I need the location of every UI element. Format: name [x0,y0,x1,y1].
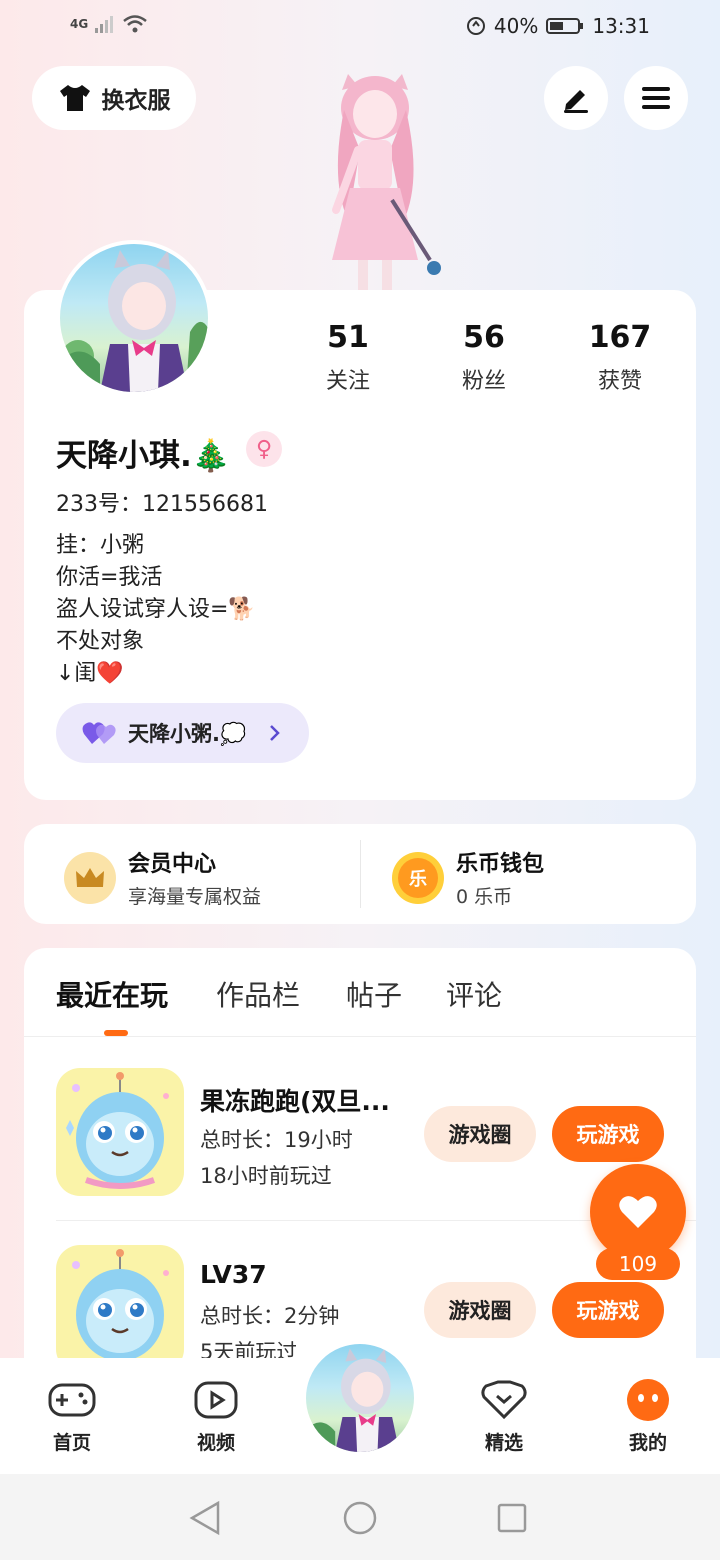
status-right: 40% 13:31 [466,14,650,38]
game-last-played: 18小时前玩过 [200,1164,332,1188]
cp-name: 天降小粥.💭 [128,722,247,746]
coin-balance: 0 乐币 [456,886,513,908]
game-duration: 总时长：2分钟 [200,1304,340,1328]
avatar-image [60,250,208,392]
edit-profile-button[interactable] [544,66,608,130]
avatar-image [306,1348,400,1452]
featured-heart-icon [454,1378,554,1422]
game-title[interactable]: 果冻跑跑(双旦... [200,1082,390,1118]
heart-icon [619,1196,657,1228]
coin-wallet-button[interactable]: 乐 乐币钱包 0 乐币 [392,846,544,909]
nav-avatar-center[interactable] [302,1340,418,1456]
game-title[interactable]: LV37 [200,1260,267,1289]
wifi-icon [123,15,147,33]
data-saver-icon [466,17,485,35]
change-outfit-button[interactable]: 换衣服 [32,66,196,130]
coin-icon-text: 乐 [398,857,438,898]
following-label: 关注 [325,369,370,394]
cp-relationship-button[interactable]: 天降小粥.💭 [56,703,309,763]
followers-count: 56 [463,320,505,355]
status-bar: 4G 40% 13:31 [0,0,720,56]
jelly-game-icon [66,1072,169,1189]
system-nav-bar [0,1474,720,1560]
gamepad-icon [22,1378,122,1422]
pencil-icon [564,90,588,113]
nav-home-label: 首页 [52,1432,91,1454]
jelly-game-icon [72,1249,169,1361]
avatar-character-figure[interactable] [300,70,450,295]
network-label: 4G [70,17,89,31]
coin-wallet-title: 乐币钱包 [456,852,545,877]
followers-label: 粉丝 [461,369,506,394]
bio-line: ↓闺❤️ [56,661,124,686]
bio-line: 你活=我活 [56,565,163,590]
coin-icon: 乐 [392,851,444,904]
female-gender-icon: ♀ [246,431,282,467]
nav-featured[interactable]: 精选 [454,1378,554,1455]
bio-line: 不处对象 [56,629,145,654]
stat-likes[interactable]: 167 获赞 [560,320,680,395]
play-game-button[interactable]: 玩游戏 [552,1282,664,1338]
like-button[interactable] [590,1164,686,1260]
vip-center-subtitle: 享海量专属权益 [128,886,262,908]
back-icon[interactable] [188,1500,222,1536]
video-play-icon [166,1378,266,1422]
game-icon[interactable] [56,1068,184,1196]
chevron-right-icon [270,725,280,741]
battery-percent: 40% [493,14,539,38]
user-id[interactable]: 233号：121556681 [56,486,268,518]
nav-home[interactable]: 首页 [22,1378,122,1455]
vip-center-title: 会员中心 [128,852,217,877]
nav-mine-label: 我的 [628,1432,667,1454]
mine-face-icon [598,1378,698,1422]
following-count: 51 [327,320,369,355]
menu-icon [642,87,670,109]
bio-line: 盗人设试穿人设=🐕 [56,597,256,622]
change-outfit-label: 换衣服 [101,88,171,114]
stat-following[interactable]: 51 关注 [288,320,408,395]
profile-name: 天降小琪.🎄 [56,438,231,474]
avatar[interactable] [56,240,212,396]
wallet-divider [360,840,361,908]
tab-divider [24,1036,696,1037]
game-circle-button[interactable]: 游戏圈 [424,1106,536,1162]
menu-button[interactable] [624,66,688,130]
status-left: 4G [70,14,148,34]
clock: 13:31 [592,14,650,38]
vip-center-button[interactable]: 会员中心 享海量专属权益 [64,846,261,909]
stat-followers[interactable]: 56 粉丝 [424,320,544,395]
nav-video-label: 视频 [196,1432,235,1454]
double-heart-icon [82,722,116,744]
crown-icon [64,851,116,904]
likes-label: 获赞 [597,369,642,394]
tab-recently-played[interactable]: 最近在玩 [56,974,168,1014]
tab-works[interactable]: 作品栏 [216,974,300,1014]
home-circle-icon[interactable] [342,1500,378,1536]
game-duration: 总时长：19小时 [200,1128,353,1152]
bio-line: 挂：小粥 [56,533,145,558]
game-icon[interactable] [56,1245,184,1373]
signal-icon [95,16,114,33]
shirt-icon [59,85,90,111]
like-count: 109 [596,1248,680,1280]
profile-bio: 挂：小粥 你活=我活 盗人设试穿人设=🐕 不处对象 ↓闺❤️ [56,530,256,690]
tab-posts[interactable]: 帖子 [346,974,402,1014]
nav-featured-label: 精选 [484,1432,523,1454]
nav-video[interactable]: 视频 [166,1378,266,1455]
play-game-button[interactable]: 玩游戏 [552,1106,664,1162]
battery-icon [546,18,584,34]
nav-mine[interactable]: 我的 [598,1378,698,1455]
likes-count: 167 [588,320,652,355]
recent-apps-icon[interactable] [496,1502,528,1534]
tab-comments[interactable]: 评论 [446,974,502,1014]
game-circle-button[interactable]: 游戏圈 [424,1282,536,1338]
